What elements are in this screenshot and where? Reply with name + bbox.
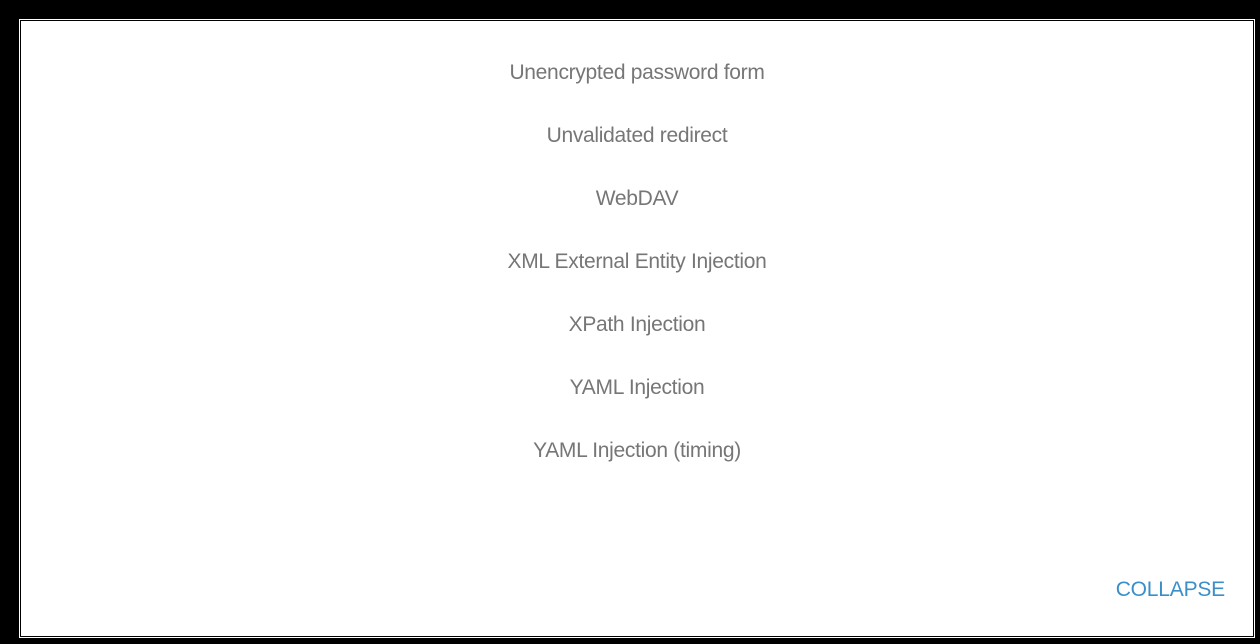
expanded-list-panel: Unencrypted password form Unvalidated re… [18, 18, 1256, 639]
window-frame: Unencrypted password form Unvalidated re… [0, 0, 1260, 644]
list-item: YAML Injection (timing) [533, 439, 741, 462]
collapse-button[interactable]: COLLAPSE [1116, 578, 1225, 602]
list-item: Unencrypted password form [509, 61, 765, 84]
list-item: XPath Injection [568, 313, 706, 336]
vulnerability-type-list: Unencrypted password form Unvalidated re… [21, 55, 1253, 496]
list-item: XML External Entity Injection [507, 250, 767, 273]
list-item: YAML Injection [569, 376, 705, 399]
list-item: Unvalidated redirect [546, 124, 728, 147]
list-item: WebDAV [595, 187, 679, 210]
